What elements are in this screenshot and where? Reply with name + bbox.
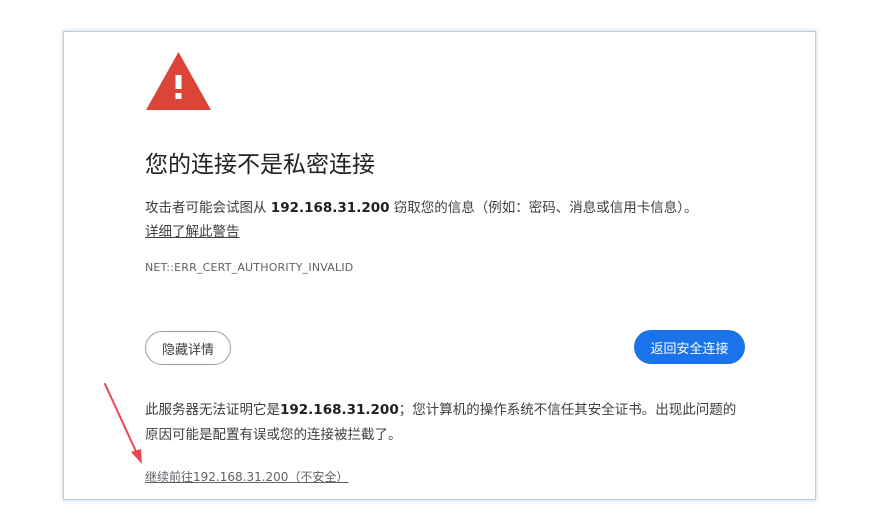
host-name: 192.168.31.200 xyxy=(270,200,390,216)
error-code: NET::ERR_CERT_AUTHORITY_INVALID xyxy=(145,261,354,274)
description-prefix: 攻击者可能会试图从 xyxy=(145,200,271,216)
proceed-unsafe-link[interactable]: 继续前往192.168.31.200（不安全） xyxy=(145,468,348,486)
interstitial-page: 您的连接不是私密连接 攻击者可能会试图从 192.168.31.200 窃取您的… xyxy=(63,31,816,500)
back-to-safety-button[interactable]: 返回安全连接 xyxy=(634,330,745,364)
details-prefix: 此服务器无法证明它是 xyxy=(145,402,280,418)
warning-triangle-icon xyxy=(146,52,211,110)
hide-details-button[interactable]: 隐藏详情 xyxy=(145,331,231,365)
details-text: 此服务器无法证明它是192.168.31.200；您计算机的操作系统不信任其安全… xyxy=(145,398,745,448)
page-title: 您的连接不是私密连接 xyxy=(145,152,375,178)
warning-description: 攻击者可能会试图从 192.168.31.200 窃取您的信息（例如：密码、消息… xyxy=(145,197,765,219)
details-host: 192.168.31.200 xyxy=(280,402,399,418)
learn-more-link[interactable]: 详细了解此警告 xyxy=(145,221,240,243)
description-suffix: 窃取您的信息（例如：密码、消息或信用卡信息）。 xyxy=(389,200,698,216)
